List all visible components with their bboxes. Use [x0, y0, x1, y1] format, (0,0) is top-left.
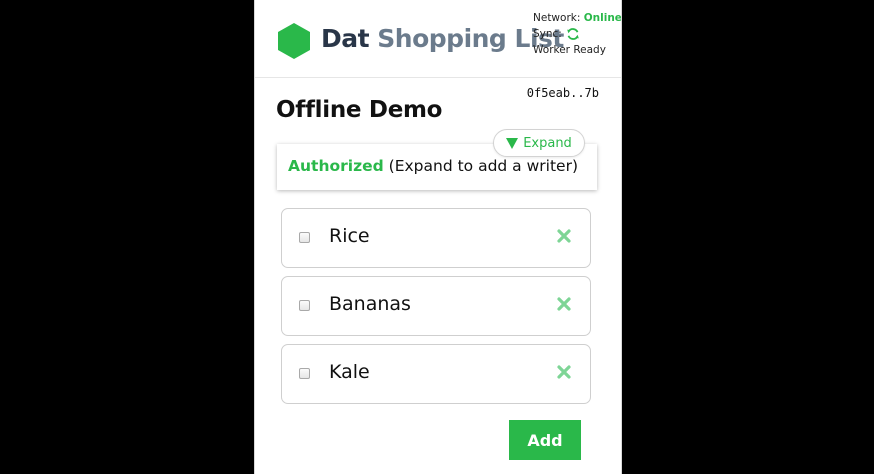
app-header: Dat Shopping List Network: Online Sync: …	[255, 0, 621, 78]
auth-hint: (Expand to add a writer)	[383, 157, 578, 175]
auth-status: Authorized	[288, 157, 384, 175]
sync-status: Sync:	[533, 26, 621, 42]
list-item: Kale	[281, 344, 591, 404]
item-name[interactable]: Kale	[329, 361, 370, 383]
brand-primary: Dat	[321, 24, 370, 53]
sync-refresh-icon	[567, 28, 579, 40]
item-checkbox[interactable]	[299, 300, 310, 311]
app-panel: Dat Shopping List Network: Online Sync: …	[254, 0, 622, 474]
item-checkbox[interactable]	[299, 368, 310, 379]
page-title: Offline Demo	[276, 97, 443, 123]
list-item: Rice	[281, 208, 591, 268]
status-panel: Network: Online Sync: Worker Ready	[533, 10, 622, 58]
expand-button[interactable]: Expand	[493, 129, 585, 157]
hexagon-logo-icon	[278, 23, 310, 59]
triangle-down-icon	[506, 137, 519, 149]
worker-status: Worker Ready	[533, 44, 606, 56]
delete-x-icon[interactable]	[556, 228, 572, 244]
add-button[interactable]: Add	[509, 420, 581, 460]
delete-x-icon[interactable]	[556, 364, 572, 380]
item-name[interactable]: Bananas	[329, 293, 411, 315]
expand-label: Expand	[523, 135, 572, 151]
app-title[interactable]: Dat Shopping List	[321, 24, 564, 53]
item-name[interactable]: Rice	[329, 225, 370, 247]
document-key: 0f5eab..7b	[526, 86, 599, 100]
shopping-list: Rice Bananas Kale	[281, 208, 591, 412]
delete-x-icon[interactable]	[556, 296, 572, 312]
list-item: Bananas	[281, 276, 591, 336]
network-status: Network: Online	[533, 12, 622, 24]
network-value: Online	[583, 12, 622, 24]
item-checkbox[interactable]	[299, 232, 310, 243]
auth-message: Authorized (Expand to add a writer)	[288, 157, 578, 175]
